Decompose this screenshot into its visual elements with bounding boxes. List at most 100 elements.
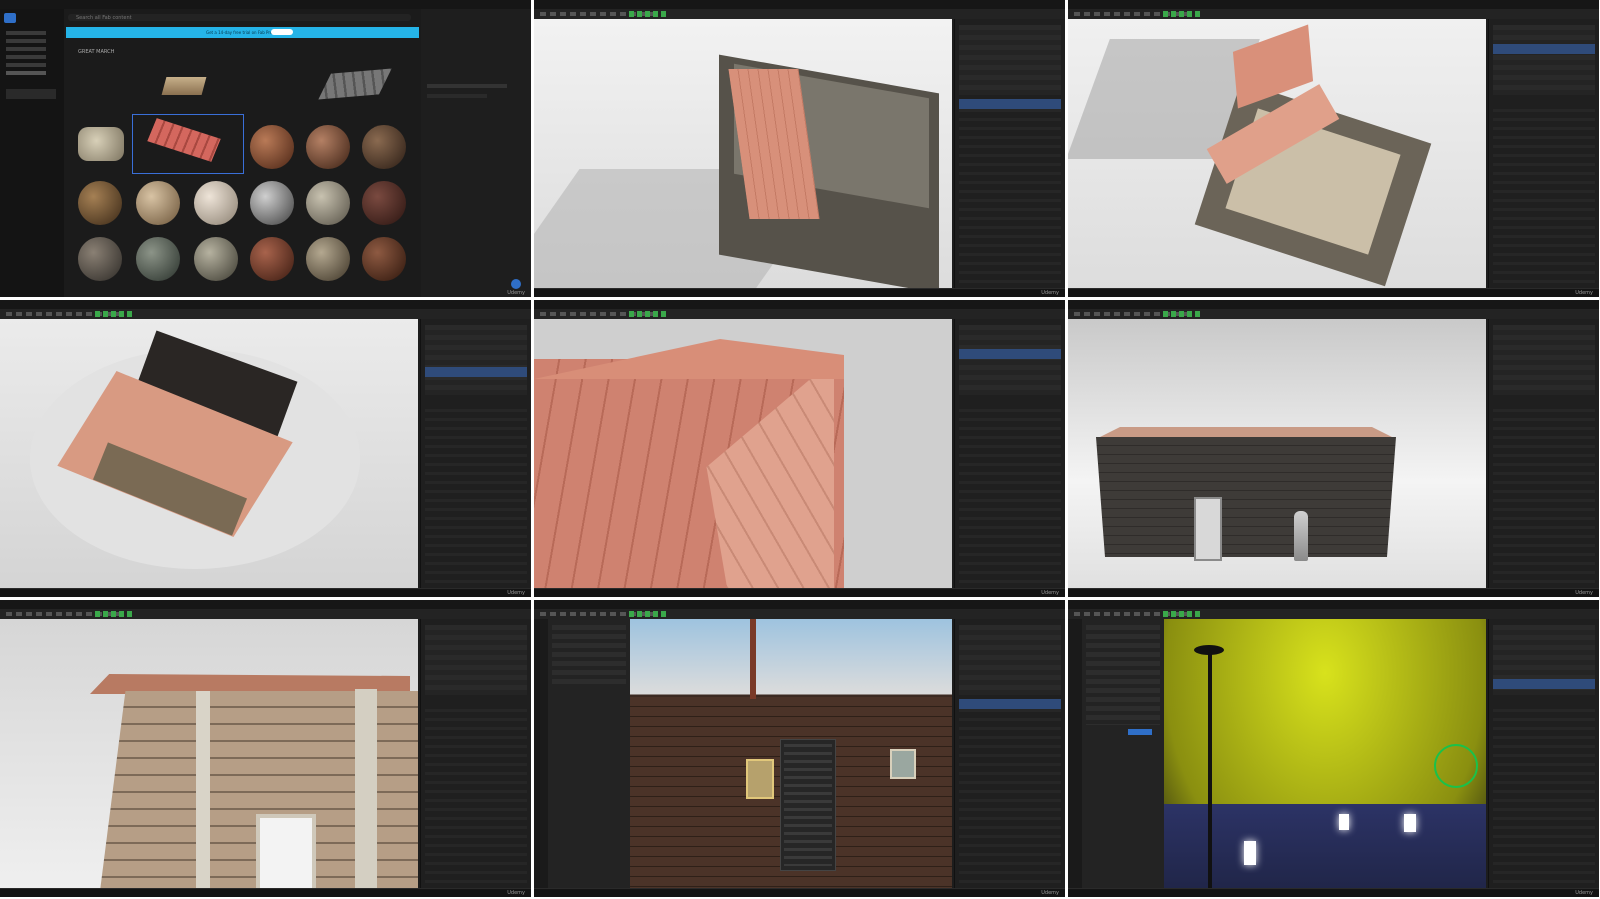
asset-thumbnail-tiles[interactable] — [318, 68, 392, 100]
selected-row[interactable] — [959, 349, 1061, 359]
outliner-list[interactable] — [959, 625, 1061, 695]
tool-list[interactable] — [552, 625, 626, 685]
material-sphere[interactable] — [362, 125, 406, 169]
sidebar-item-characters[interactable] — [6, 39, 46, 43]
play-controls[interactable] — [95, 611, 135, 617]
details-list[interactable] — [1493, 109, 1595, 283]
sidebar-item-environments[interactable] — [6, 47, 46, 51]
details-list[interactable] — [959, 109, 1061, 283]
material-sphere[interactable] — [306, 181, 350, 225]
sidebar-item-textures[interactable] — [6, 71, 46, 75]
outliner-list[interactable] — [1493, 25, 1595, 95]
wall-pillar-left — [196, 691, 210, 889]
selected-row[interactable] — [425, 367, 527, 377]
material-sphere[interactable] — [194, 181, 238, 225]
material-sphere[interactable] — [78, 237, 122, 281]
outliner-list[interactable] — [425, 325, 527, 395]
banner-text: Get a 14-day free trial on Fab Pro — [206, 30, 273, 35]
play-controls[interactable] — [629, 11, 669, 17]
sidebar-item-games[interactable] — [6, 89, 56, 99]
details-list[interactable] — [1493, 409, 1595, 583]
play-controls[interactable] — [95, 311, 135, 317]
add-to-project-icon[interactable] — [511, 279, 521, 289]
level-viewport[interactable] — [1164, 619, 1486, 889]
selected-row[interactable] — [959, 699, 1061, 709]
level-viewport[interactable] — [1068, 319, 1486, 589]
details-list[interactable] — [959, 409, 1061, 583]
play-controls[interactable] — [1163, 11, 1203, 17]
status-bar — [1068, 588, 1599, 597]
status-bar — [534, 888, 1065, 897]
level-viewport[interactable] — [0, 319, 418, 589]
play-controls[interactable] — [1163, 611, 1203, 617]
selected-row[interactable] — [1493, 679, 1595, 689]
details-list[interactable] — [425, 709, 527, 883]
roof-beam — [750, 619, 756, 699]
wall-pillar-right — [355, 689, 377, 889]
material-sphere[interactable] — [250, 181, 294, 225]
lamp-head — [1194, 645, 1224, 655]
play-controls[interactable] — [629, 311, 669, 317]
rotation-gizmo[interactable] — [1434, 744, 1478, 788]
modeling-tools-panel[interactable] — [548, 619, 630, 889]
sidebar-item-materials[interactable] — [6, 63, 46, 67]
start-trial-button[interactable] — [271, 29, 293, 35]
selected-row[interactable] — [1493, 44, 1595, 54]
material-sphere[interactable] — [306, 125, 350, 169]
material-sphere[interactable] — [194, 237, 238, 281]
level-viewport[interactable] — [1068, 19, 1486, 289]
status-bar — [1068, 288, 1599, 297]
status-bar — [534, 288, 1065, 297]
level-viewport[interactable] — [630, 619, 952, 889]
editor-window-2: Udemy — [534, 0, 1065, 297]
sidebar-item-3d-models[interactable] — [6, 55, 46, 59]
context-menu[interactable] — [780, 739, 836, 871]
menu-items[interactable] — [784, 744, 832, 866]
selected-row[interactable] — [959, 99, 1061, 109]
mode-toolbar[interactable] — [534, 619, 548, 889]
mode-toolbar[interactable] — [1068, 619, 1082, 889]
editor-window-4: Udemy — [0, 300, 531, 597]
main-toolbar — [1068, 609, 1599, 619]
material-sphere[interactable] — [250, 237, 294, 281]
play-controls[interactable] — [1163, 311, 1203, 317]
outliner-list[interactable] — [959, 25, 1061, 95]
outliner-details-panel — [1488, 619, 1599, 889]
door — [1194, 497, 1222, 561]
material-sphere[interactable] — [362, 181, 406, 225]
watermark: Udemy — [1041, 290, 1059, 296]
material-sphere[interactable] — [306, 237, 350, 281]
outliner-details-panel — [954, 319, 1065, 589]
details-list[interactable] — [959, 709, 1061, 883]
details-list[interactable] — [425, 409, 527, 583]
watermark: Udemy — [1575, 590, 1593, 596]
fab-browser-window: Search all Fab content Get a 14-day free… — [0, 0, 531, 297]
level-viewport[interactable] — [534, 19, 952, 289]
fab-sidebar — [0, 9, 64, 297]
asset-thumbnail-rock[interactable] — [78, 127, 124, 161]
outliner-details-panel — [954, 19, 1065, 289]
editor-window-6: Udemy — [1068, 300, 1599, 597]
search-input[interactable]: Search all Fab content — [68, 14, 411, 21]
material-sphere[interactable] — [136, 237, 180, 281]
modeling-tools-panel[interactable] — [1082, 619, 1164, 889]
material-sphere[interactable] — [250, 125, 294, 169]
tool-list[interactable] — [1086, 625, 1160, 725]
watermark: Udemy — [507, 590, 525, 596]
material-sphere[interactable] — [362, 237, 406, 281]
watermark: Udemy — [507, 890, 525, 896]
sidebar-item-home[interactable] — [6, 31, 46, 35]
outliner-list[interactable] — [959, 325, 1061, 395]
outliner-list[interactable] — [425, 625, 527, 695]
details-list[interactable] — [1493, 709, 1595, 883]
outliner-details-panel — [1488, 19, 1599, 289]
outliner-list[interactable] — [1493, 325, 1595, 395]
status-bar — [1068, 888, 1599, 897]
play-controls[interactable] — [629, 611, 669, 617]
material-sphere[interactable] — [78, 181, 122, 225]
material-sphere[interactable] — [136, 181, 180, 225]
asset-thumbnail-crates[interactable] — [161, 77, 207, 95]
level-viewport[interactable] — [534, 319, 952, 589]
apply-button[interactable] — [1128, 729, 1152, 735]
level-viewport[interactable] — [0, 619, 418, 889]
